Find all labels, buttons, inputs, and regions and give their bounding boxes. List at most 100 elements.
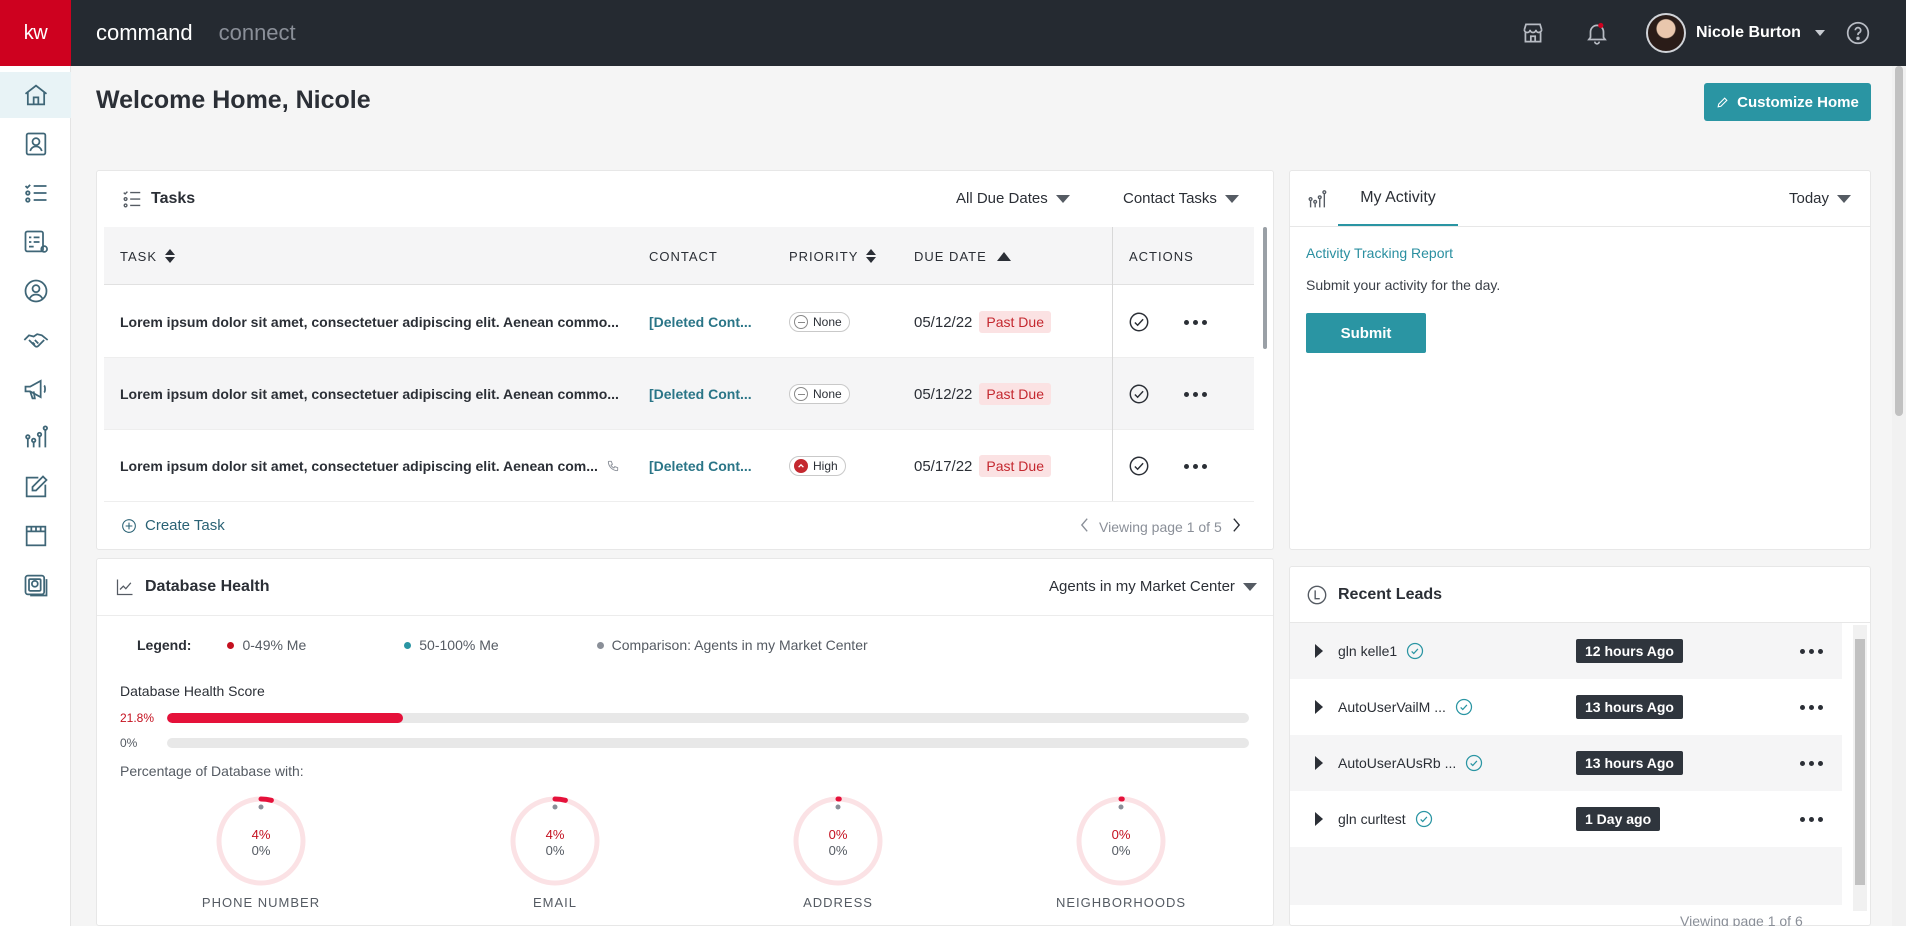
bell-icon[interactable]: [1584, 20, 1610, 46]
create-task-label: Create Task: [145, 517, 225, 534]
scroll-thumb[interactable]: [1855, 639, 1865, 885]
pager-label: Viewing page 1 of 6: [1680, 913, 1803, 926]
priority-label: None: [813, 387, 842, 401]
help-icon[interactable]: [1845, 20, 1871, 46]
task-text[interactable]: Lorem ipsum dolor sit amet, consectetuer…: [120, 314, 619, 330]
percentage-title: Percentage of Database with:: [120, 763, 304, 779]
contact-card-icon: [25, 132, 46, 156]
col-due-date[interactable]: DUE DATE: [914, 227, 1011, 285]
more-actions-icon[interactable]: [1184, 463, 1207, 469]
nav-insights[interactable]: [0, 415, 71, 461]
svg-text:0%: 0%: [252, 843, 271, 858]
legend: Legend: 0-49% Me 50-100% Me Comparison: …: [137, 637, 966, 653]
legend-entry: 50-100% Me: [404, 637, 499, 653]
table-row[interactable]: Lorem ipsum dolor sit amet, consectetuer…: [104, 430, 1254, 502]
person-circle-icon: [24, 279, 47, 303]
ring-label: ADDRESS: [803, 895, 873, 910]
chevron-left-icon[interactable]: [1080, 517, 1089, 536]
tasks-scrollbar[interactable]: [1263, 227, 1267, 349]
nav-opportunities[interactable]: [0, 317, 71, 363]
task-text[interactable]: Lorem ipsum dolor sit amet, consectetuer…: [120, 458, 598, 474]
market-center-dropdown[interactable]: Agents in my Market Center: [1049, 578, 1257, 595]
storefront-icon[interactable]: [1520, 20, 1546, 46]
kw-logo[interactable]: kw: [0, 0, 71, 66]
user-menu[interactable]: Nicole Burton: [1646, 13, 1825, 53]
task-text[interactable]: Lorem ipsum dolor sit amet, consectetuer…: [120, 386, 619, 402]
create-task-button[interactable]: Create Task: [121, 517, 225, 534]
task-list-icon: [123, 191, 141, 208]
tab-my-activity[interactable]: My Activity: [1338, 171, 1458, 226]
plus-circle-icon: [122, 518, 136, 533]
time-badge: 12 hours Ago: [1576, 639, 1683, 663]
priority-label: None: [813, 315, 842, 329]
more-actions-icon[interactable]: [1800, 648, 1823, 654]
ring-neighborhoods: 0% 0% NEIGHBORHOODS: [1041, 793, 1201, 910]
status-badge: Past Due: [979, 311, 1051, 333]
complete-check-icon[interactable]: [1128, 311, 1150, 333]
lead-name[interactable]: AutoUserAUsRb ...: [1338, 755, 1456, 771]
more-actions-icon[interactable]: [1800, 760, 1823, 766]
nav-marketplace[interactable]: [0, 513, 71, 559]
customize-home-button[interactable]: Customize Home: [1704, 83, 1871, 121]
line-chart-icon: [116, 579, 133, 596]
more-actions-icon[interactable]: [1184, 319, 1207, 325]
col-priority[interactable]: PRIORITY: [789, 227, 877, 285]
submit-button[interactable]: Submit: [1306, 313, 1426, 353]
due-date: 05/12/22: [914, 385, 973, 403]
list-item[interactable]: AutoUserAUsRb ... 13 hours Ago: [1290, 735, 1842, 791]
complete-check-icon[interactable]: [1128, 383, 1150, 405]
nav-photos[interactable]: [0, 562, 71, 608]
lead-name[interactable]: gln kelle1: [1338, 643, 1397, 659]
table-row[interactable]: Lorem ipsum dolor sit amet, consectetuer…: [104, 286, 1254, 358]
priority-high-icon: [794, 459, 808, 473]
lead-name[interactable]: AutoUserVailM ...: [1338, 699, 1446, 715]
ring-address: 0% 0% ADDRESS: [758, 793, 918, 910]
col-task-label: TASK: [120, 248, 157, 264]
chevron-right-icon[interactable]: [1232, 517, 1241, 536]
expand-arrow-icon[interactable]: [1315, 756, 1323, 770]
complete-check-icon[interactable]: [1128, 455, 1150, 477]
list-item[interactable]: AutoUserVailM ... 13 hours Ago: [1290, 679, 1842, 735]
recent-leads-header: Recent Leads: [1306, 567, 1442, 623]
edit-icon: [25, 475, 48, 498]
table-row[interactable]: Lorem ipsum dolor sit amet, consectetuer…: [104, 358, 1254, 430]
recent-leads-title: Recent Leads: [1338, 586, 1443, 603]
list-item[interactable]: gln curltest 1 Day ago: [1290, 791, 1842, 847]
more-actions-icon[interactable]: [1184, 391, 1207, 397]
nav-marketing[interactable]: [0, 366, 71, 412]
period-dropdown[interactable]: Today: [1789, 190, 1852, 207]
col-contact: CONTACT: [649, 227, 718, 285]
page-scrollbar[interactable]: [1892, 66, 1906, 926]
nav-people[interactable]: [0, 268, 71, 314]
contact-link[interactable]: [Deleted Cont...: [649, 458, 752, 474]
priority-badge: High: [789, 456, 846, 476]
priority-none-icon: [794, 315, 808, 329]
nav-smartplans[interactable]: [0, 219, 71, 265]
legend-entry-label: Comparison: Agents in my Market Center: [611, 637, 868, 653]
list-item[interactable]: gln kelle1 12 hours Ago: [1290, 623, 1842, 679]
task-type-dropdown[interactable]: Contact Tasks: [1123, 190, 1239, 207]
more-actions-icon[interactable]: [1800, 704, 1823, 710]
more-actions-icon[interactable]: [1800, 816, 1823, 822]
activity-report-link[interactable]: Activity Tracking Report: [1306, 245, 1453, 261]
col-task[interactable]: TASK: [120, 227, 175, 285]
legend-entry: Comparison: Agents in my Market Center: [596, 637, 868, 653]
ring-phone-number: 4% 0% PHONE NUMBER: [181, 793, 341, 910]
lead-name[interactable]: gln curltest: [1338, 811, 1406, 827]
brand-connect[interactable]: connect: [219, 20, 296, 46]
leads-scrollbar[interactable]: [1853, 625, 1867, 911]
expand-arrow-icon[interactable]: [1315, 812, 1323, 826]
nav-home[interactable]: [0, 72, 71, 118]
expand-arrow-icon[interactable]: [1315, 700, 1323, 714]
col-contact-label: CONTACT: [649, 248, 718, 264]
scroll-thumb[interactable]: [1895, 66, 1903, 416]
contact-link[interactable]: [Deleted Cont...: [649, 314, 752, 330]
expand-arrow-icon[interactable]: [1315, 644, 1323, 658]
verified-check-icon: [1407, 642, 1424, 660]
nav-contacts[interactable]: [0, 121, 71, 167]
due-dates-dropdown[interactable]: All Due Dates: [956, 190, 1070, 207]
nav-tasks[interactable]: [0, 170, 71, 216]
contact-link[interactable]: [Deleted Cont...: [649, 386, 752, 402]
brand-command[interactable]: command: [96, 20, 193, 46]
nav-notes[interactable]: [0, 464, 71, 510]
